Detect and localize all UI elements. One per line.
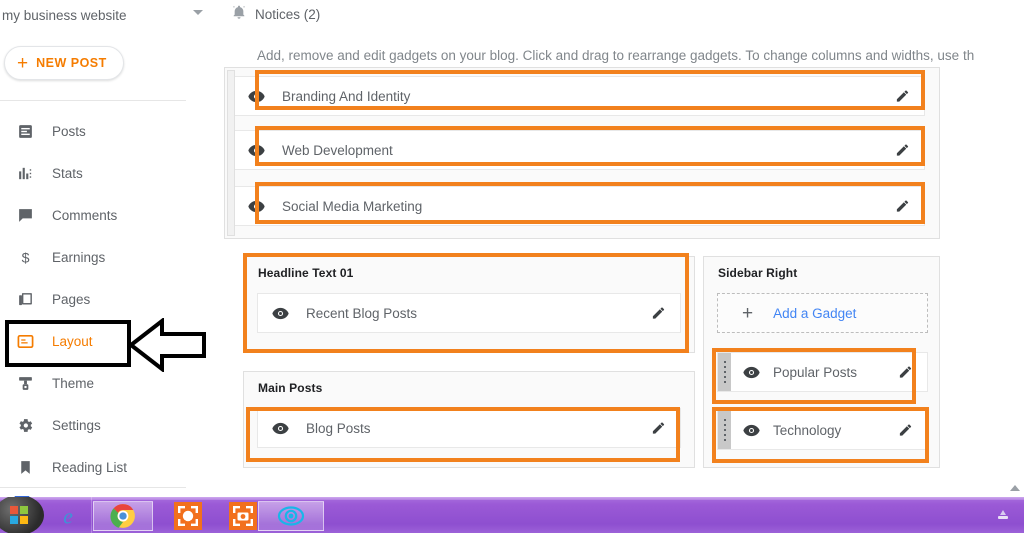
sidebar-item-reading-list[interactable]: Reading List — [0, 446, 215, 488]
top-section-panel: Branding And Identity Web Development So… — [224, 67, 940, 239]
eye-icon[interactable] — [272, 422, 290, 435]
sidebar-item-label: Layout — [52, 333, 93, 349]
blog-title: my business website — [2, 7, 127, 23]
gadget-row[interactable]: Technology — [717, 410, 928, 450]
gadget-row[interactable]: Branding And Identity — [233, 76, 925, 116]
gadget-row[interactable]: Web Development — [233, 130, 925, 170]
sidebar-item-label: Posts — [52, 123, 86, 139]
eye-icon[interactable] — [248, 200, 266, 213]
plus-icon: + — [17, 52, 29, 74]
chevron-down-icon[interactable] — [193, 10, 203, 15]
main-posts-panel: Main Posts Blog Posts — [243, 371, 695, 468]
gadget-row[interactable]: Popular Posts — [717, 352, 928, 392]
sidebar-item-stats[interactable]: Stats — [0, 152, 215, 194]
sidebar-item-label: Pages — [52, 291, 91, 307]
notices-bar[interactable]: Notices (2) — [231, 0, 320, 28]
pencil-icon[interactable] — [895, 143, 910, 158]
sidebar-divider-bottom — [0, 487, 186, 488]
google-chrome-icon[interactable] — [93, 501, 153, 531]
gadget-row[interactable]: Blog Posts — [257, 408, 681, 448]
main-content: Notices (2) Add, remove and edit gadgets… — [215, 0, 1024, 497]
sidebar-item-pages[interactable]: Pages — [0, 278, 215, 320]
gadget-label: Blog Posts — [306, 420, 371, 436]
pencil-icon[interactable] — [898, 423, 913, 438]
panel-title: Headline Text 01 — [258, 266, 354, 280]
screen-root: my business website + NEW POST Posts Sta… — [0, 0, 1024, 533]
eye-icon[interactable] — [743, 366, 761, 379]
gadget-label: Technology — [773, 422, 842, 438]
headline-text-panel: Headline Text 01 Recent Blog Posts — [243, 256, 695, 353]
gadget-label: Web Development — [282, 142, 393, 158]
scroll-up-arrow-icon[interactable] — [1010, 485, 1020, 491]
add-gadget-button[interactable]: + Add a Gadget — [717, 293, 928, 333]
sidebar-item-label: Comments — [52, 207, 118, 223]
panel-title: Main Posts — [258, 381, 323, 395]
gadget-label: Social Media Marketing — [282, 198, 423, 214]
earnings-dollar-icon: $ — [14, 246, 36, 268]
svg-text:e: e — [63, 505, 73, 529]
svg-text:$: $ — [21, 250, 29, 266]
gadget-label: Branding And Identity — [282, 88, 411, 104]
panel-title: Sidebar Right — [718, 266, 798, 280]
eye-icon[interactable] — [248, 144, 266, 157]
gear-icon — [14, 414, 36, 436]
tray-icon[interactable] — [996, 508, 1010, 526]
pencil-icon[interactable] — [898, 365, 913, 380]
sidebar-item-settings[interactable]: Settings — [0, 404, 215, 446]
pencil-icon[interactable] — [895, 199, 910, 214]
plus-icon: + — [742, 302, 754, 324]
gadget-label: Recent Blog Posts — [306, 305, 418, 321]
blue-eye-icon[interactable] — [258, 501, 324, 531]
theme-icon — [14, 372, 36, 394]
sidebar-item-comments[interactable]: Comments — [0, 194, 215, 236]
posts-icon — [14, 120, 36, 142]
sidebar-item-posts[interactable]: Posts — [0, 110, 215, 152]
sidebar-right-panel: Sidebar Right + Add a Gadget Popular Pos… — [703, 256, 940, 468]
pencil-icon[interactable] — [651, 306, 666, 321]
pencil-icon[interactable] — [895, 89, 910, 104]
eye-icon[interactable] — [743, 424, 761, 437]
blog-selector[interactable]: my business website — [0, 0, 215, 30]
notices-label: Notices (2) — [255, 6, 321, 22]
layout-description: Add, remove and edit gadgets on your blo… — [257, 48, 975, 63]
gadget-row[interactable]: Social Media Marketing — [233, 186, 925, 226]
drag-handle-icon[interactable] — [718, 353, 731, 391]
eye-icon[interactable] — [272, 307, 290, 320]
windows-taskbar: e — [0, 497, 1024, 533]
sidebar-item-earnings[interactable]: $ Earnings — [0, 236, 215, 278]
sidebar-item-label: Earnings — [52, 249, 106, 265]
gadget-label: Popular Posts — [773, 364, 858, 380]
internet-explorer-icon[interactable]: e — [38, 501, 98, 531]
left-sidebar: my business website + NEW POST Posts Sta… — [0, 0, 215, 497]
bookmark-icon — [14, 456, 36, 478]
sidebar-nav: Posts Stats Comments $ Earnings Pages La… — [0, 110, 215, 488]
gadget-row[interactable]: Recent Blog Posts — [257, 293, 681, 333]
screenshot-tool-icon[interactable] — [158, 501, 218, 531]
eye-icon[interactable] — [248, 90, 266, 103]
comments-icon — [14, 204, 36, 226]
pencil-icon[interactable] — [651, 421, 666, 436]
panel-scrollbar[interactable] — [227, 70, 235, 236]
sidebar-item-label: Reading List — [52, 459, 128, 475]
stats-icon — [14, 162, 36, 184]
sidebar-item-label: Settings — [52, 417, 101, 433]
drag-handle-icon[interactable] — [718, 411, 731, 449]
sidebar-item-label: Theme — [52, 375, 95, 391]
pages-icon — [14, 288, 36, 310]
sidebar-divider-top — [0, 100, 186, 101]
bell-icon — [231, 4, 247, 25]
new-post-label: NEW POST — [36, 56, 107, 70]
sidebar-item-label: Stats — [52, 165, 83, 181]
layout-icon — [14, 330, 36, 352]
add-gadget-label: Add a Gadget — [773, 305, 857, 321]
left-arrow-callout-icon — [128, 318, 206, 372]
new-post-button[interactable]: + NEW POST — [4, 46, 124, 80]
